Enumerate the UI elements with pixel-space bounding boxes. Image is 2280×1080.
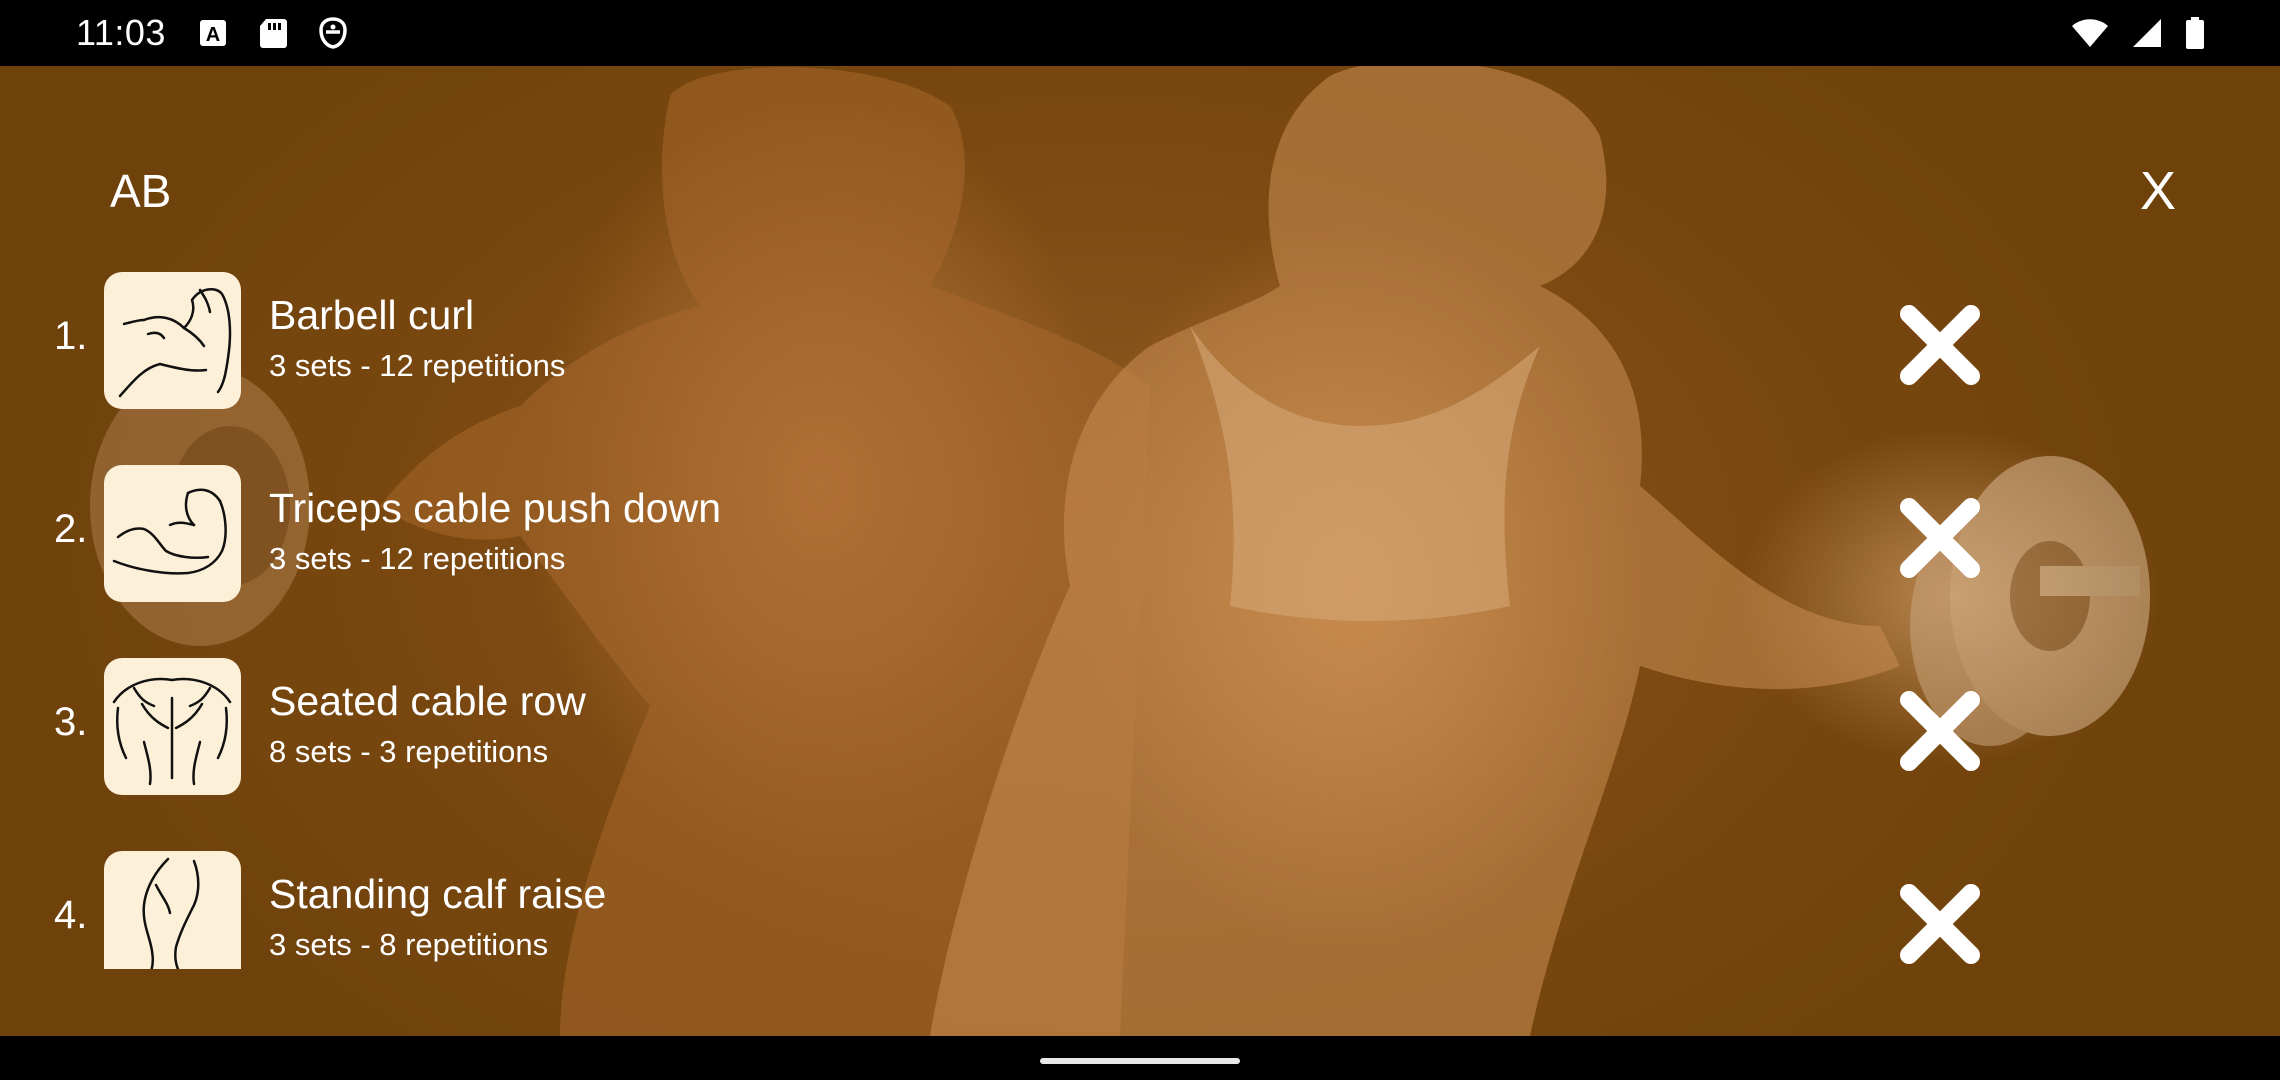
status-bar: 11:03 A bbox=[0, 0, 2280, 66]
battery-icon bbox=[2184, 16, 2206, 50]
exercise-index: 4. bbox=[54, 893, 88, 937]
exercise-name: Barbell curl bbox=[269, 292, 475, 338]
exercise-row[interactable]: 3. Seated cable row 8 sets - 3 repetitio… bbox=[0, 658, 2280, 798]
exercise-row[interactable]: 1. Barbell curl 3 sets - 12 repetitions bbox=[0, 272, 2280, 412]
sd-card-icon bbox=[256, 16, 290, 50]
exercise-row[interactable]: 2. Triceps cable push down 3 sets - 12 r… bbox=[0, 465, 2280, 605]
home-gesture-handle[interactable] bbox=[1040, 1058, 1240, 1064]
shield-app-icon bbox=[316, 16, 350, 50]
exercise-name: Triceps cable push down bbox=[269, 485, 722, 531]
exercise-row[interactable]: 4. Standing calf raise 3 sets - 8 repeti… bbox=[0, 851, 2280, 969]
close-icon bbox=[1900, 498, 1980, 578]
calf-icon bbox=[104, 851, 241, 969]
status-time: 11:03 bbox=[76, 12, 166, 53]
a-notification-icon: A bbox=[196, 16, 230, 50]
wifi-icon bbox=[2070, 16, 2110, 50]
screen-title: AB bbox=[110, 165, 172, 217]
biceps-icon bbox=[104, 272, 241, 409]
status-icons-right bbox=[2070, 16, 2206, 50]
exercise-detail: 8 sets - 3 repetitions bbox=[269, 734, 549, 769]
workout-screen: AB X 1. Barbell curl 3 sets - 12 repetit… bbox=[0, 66, 2280, 1036]
exercise-index: 2. bbox=[54, 507, 88, 551]
close-button[interactable]: X bbox=[2140, 160, 2176, 222]
remove-exercise-button[interactable] bbox=[1895, 879, 1985, 969]
exercise-detail: 3 sets - 12 repetitions bbox=[269, 541, 566, 576]
navigation-bar bbox=[0, 1036, 2280, 1080]
exercise-index: 1. bbox=[54, 314, 88, 358]
status-icons-left: A bbox=[196, 16, 350, 50]
exercise-name: Seated cable row bbox=[269, 678, 586, 724]
exercise-name: Standing calf raise bbox=[269, 871, 607, 917]
remove-exercise-button[interactable] bbox=[1895, 300, 1985, 390]
close-icon bbox=[1900, 884, 1980, 964]
close-icon bbox=[1900, 691, 1980, 771]
remove-exercise-button[interactable] bbox=[1895, 493, 1985, 583]
triceps-icon bbox=[104, 465, 241, 602]
close-icon bbox=[1900, 305, 1980, 385]
exercise-detail: 3 sets - 12 repetitions bbox=[269, 348, 566, 383]
exercise-index: 3. bbox=[54, 700, 88, 744]
svg-text:A: A bbox=[206, 24, 220, 46]
back-muscles-icon bbox=[104, 658, 241, 795]
exercise-detail: 3 sets - 8 repetitions bbox=[269, 927, 549, 962]
remove-exercise-button[interactable] bbox=[1895, 686, 1985, 776]
cell-signal-icon bbox=[2130, 16, 2164, 50]
